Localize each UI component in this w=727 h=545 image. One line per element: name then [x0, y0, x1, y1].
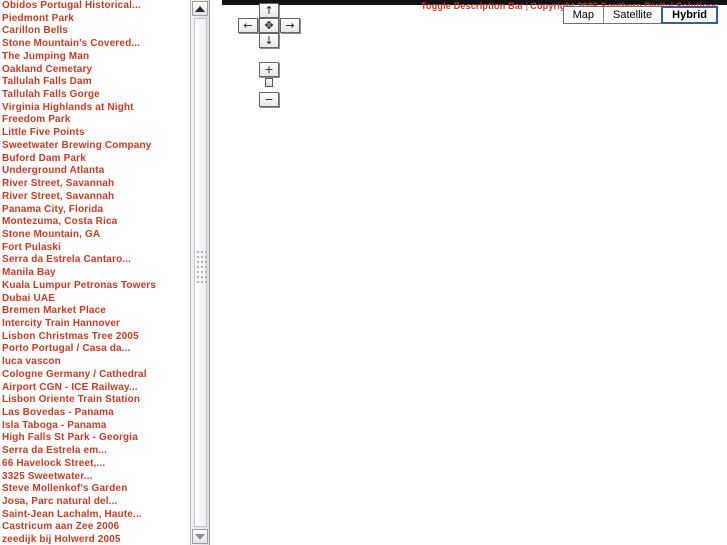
grip-dot [201, 266, 203, 268]
place-list-item[interactable]: Sweetwater Brewing Company [0, 140, 189, 153]
drag-grip-icon[interactable] [191, 248, 211, 288]
place-list-item[interactable]: Dubai UAE [0, 293, 189, 306]
sidebar-splitter[interactable] [190, 0, 210, 545]
zoom-out-button[interactable]: − [259, 92, 279, 107]
place-list-item[interactable]: Josa, Parc natural del... [0, 496, 189, 509]
place-list-item[interactable]: Tallulah Falls Gorge [0, 89, 189, 102]
place-list-item[interactable]: Panama City, Florida [0, 204, 189, 217]
grip-dot [201, 271, 203, 273]
grip-dot [197, 281, 199, 283]
place-list-item[interactable]: Cologne Germany / Cathedral [0, 369, 189, 382]
grip-dot [201, 251, 203, 253]
pan-center-button[interactable]: ✥ [259, 18, 279, 33]
app-root: Obidos Portugal Historical... Piedmont Pa… [0, 0, 727, 545]
place-list-item[interactable]: Porto Portugal / Casa da... [0, 343, 189, 356]
place-list-item[interactable]: 3325 Sweetwater... [0, 471, 189, 484]
place-list-item[interactable]: Las Bovedas - Panama [0, 407, 189, 420]
grip-dot [197, 251, 199, 253]
grip-dot [197, 276, 199, 278]
place-list-item[interactable]: Lisbon Oriente Train Station [0, 394, 189, 407]
map-canvas[interactable]: ↑ ← ✥ → ↓ + − Toggle Description Bar | C… [210, 0, 727, 545]
grip-dot [205, 271, 207, 273]
scroll-down-button[interactable] [192, 529, 208, 544]
place-list-item[interactable]: Castricum aan Zee 2006 [0, 521, 189, 534]
zoom-control: + − [259, 62, 279, 110]
place-list-item[interactable]: Stone Mountain, GA [0, 229, 189, 242]
place-list-item[interactable]: Lisbon Christmas Tree 2005 [0, 331, 189, 344]
place-list-item[interactable]: Steve Mollenkof's Garden [0, 483, 189, 496]
grip-dot [197, 261, 199, 263]
place-list-item[interactable]: Tallulah Falls Dam [0, 76, 189, 89]
grip-dot [205, 281, 207, 283]
place-list-item[interactable]: Serra da Estrela Cantaro... [0, 254, 189, 267]
grip-dot [201, 276, 203, 278]
toggle-description-bar-link[interactable]: Toggle Description Bar [421, 1, 524, 11]
place-list-item[interactable]: Stone Mountain's Covered... [0, 38, 189, 51]
grip-dot [197, 256, 199, 258]
place-list-item[interactable]: Montezuma, Costa Rica [0, 216, 189, 229]
grip-dot [205, 266, 207, 268]
grip-dot [201, 256, 203, 258]
place-list-item[interactable]: Bremen Market Place [0, 305, 189, 318]
places-sidebar: Obidos Portugal Historical... Piedmont Pa… [0, 0, 189, 545]
place-list-item[interactable]: Virginia Highlands at Night [0, 102, 189, 115]
arrow-down-icon: ↓ [264, 34, 274, 47]
move-cross-icon: ✥ [264, 19, 274, 32]
places-list: Obidos Portugal Historical... Piedmont Pa… [0, 0, 189, 545]
minus-icon: − [264, 93, 274, 106]
arrow-right-icon: → [285, 19, 295, 32]
place-list-item[interactable]: Isla Taboga - Panama [0, 420, 189, 433]
place-list-item[interactable]: Airport CGN - ICE Railway... [0, 382, 189, 395]
place-list-item[interactable]: Freedom Park [0, 114, 189, 127]
place-list-item[interactable]: High Falls St Park - Georgia [0, 432, 189, 445]
place-list-item[interactable]: Buford Dam Park [0, 153, 189, 166]
place-list-item[interactable]: Intercity Train Hannover [0, 318, 189, 331]
grip-dot [205, 276, 207, 278]
place-list-item[interactable]: Fort Pulaski [0, 242, 189, 255]
arrow-up-icon: ↑ [264, 4, 274, 17]
scroll-down-arrow-icon [195, 533, 205, 540]
place-list-item[interactable]: Piedmont Park [0, 13, 189, 26]
place-list-item[interactable]: The Jumping Man [0, 51, 189, 64]
place-list-item[interactable]: Serra da Estrela em... [0, 445, 189, 458]
place-list-item[interactable]: Oakland Cemetary [0, 64, 189, 77]
place-list-item[interactable]: River Street, Savannah [0, 178, 189, 191]
grip-dot [201, 261, 203, 263]
pan-control: ↑ ← ✥ → ↓ [238, 3, 300, 48]
place-list-item[interactable]: Manila Bay [0, 267, 189, 280]
place-list-item[interactable]: River Street, Savannah [0, 191, 189, 204]
pan-left-button[interactable]: ← [238, 18, 258, 33]
grip-dot [197, 266, 199, 268]
map-type-switcher: Map Satellite Hybrid [562, 6, 718, 24]
zoom-in-button[interactable]: + [259, 62, 279, 77]
grip-dot [205, 251, 207, 253]
place-list-item[interactable]: Carillon Bells [0, 25, 189, 38]
map-type-button-satellite[interactable]: Satellite [604, 7, 663, 23]
zoom-slider-handle[interactable] [265, 78, 273, 87]
place-list-item[interactable]: Obidos Portugal Historical... [0, 0, 189, 13]
scroll-up-arrow-icon [195, 5, 205, 12]
pan-up-button[interactable]: ↑ [259, 3, 279, 18]
map-type-button-hybrid[interactable]: Hybrid [661, 6, 718, 24]
plus-icon: + [264, 63, 274, 76]
grip-dot [205, 261, 207, 263]
grip-dot [205, 256, 207, 258]
pan-right-button[interactable]: → [280, 18, 300, 33]
place-list-item[interactable]: Saint-Jean Lachalm, Haute... [0, 509, 189, 522]
place-list-item[interactable]: zeedijk bij Holwerd 2005 [0, 534, 189, 545]
grip-dot [201, 281, 203, 283]
place-list-item[interactable]: luca vascon [0, 356, 189, 369]
pan-down-button[interactable]: ↓ [259, 33, 279, 48]
place-list-item[interactable]: Kuala Lumpur Petronas Towers [0, 280, 189, 293]
scroll-up-button[interactable] [192, 1, 208, 16]
place-list-item[interactable]: Little Five Points [0, 127, 189, 140]
grip-dot [197, 271, 199, 273]
arrow-left-icon: ← [243, 19, 253, 32]
map-type-button-map[interactable]: Map [563, 7, 605, 23]
place-list-item[interactable]: Underground Atlanta [0, 165, 189, 178]
place-list-item[interactable]: 66 Havelock Street,... [0, 458, 189, 471]
